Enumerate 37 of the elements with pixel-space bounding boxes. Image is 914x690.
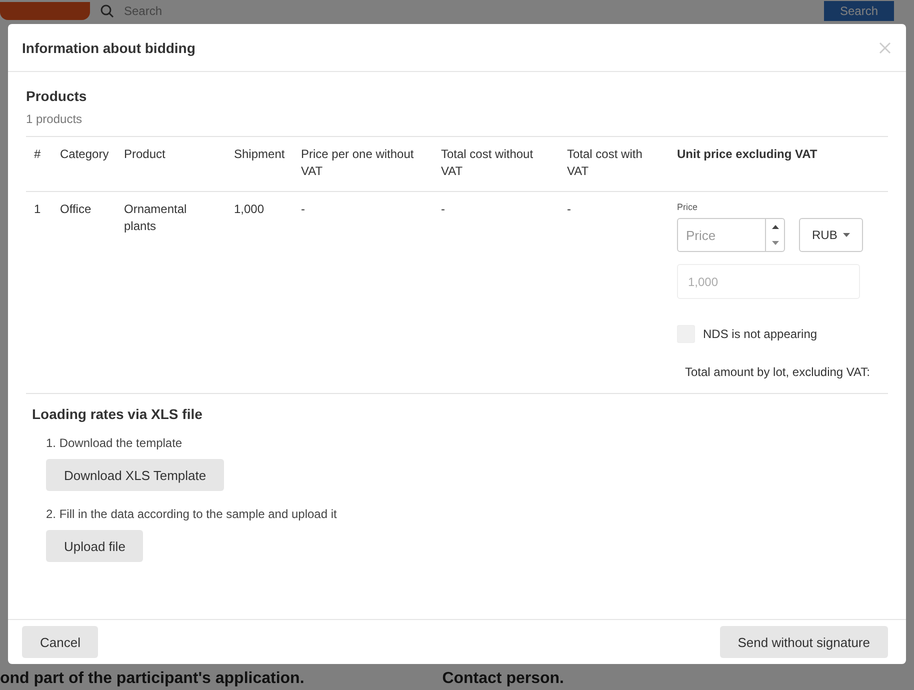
- section-heading: Loading rates via XLS file: [32, 406, 204, 422]
- column-header: Total cost without VAT: [433, 137, 559, 192]
- section-heading: ond part of the participant's application.: [0, 670, 304, 688]
- table-cell-text: -: [440, 201, 446, 218]
- total-label: Total amount by lot, excluding VAT:: [685, 365, 870, 379]
- column-header: Unit price excluding VAT: [669, 137, 888, 192]
- column-header: Total cost with VAT: [559, 137, 669, 192]
- action-button[interactable]: Download XLS Template: [46, 459, 224, 491]
- footer-button[interactable]: Cancel: [22, 626, 98, 658]
- price-field[interactable]: Price: [678, 219, 765, 251]
- table-cell-text: -: [300, 201, 306, 218]
- number-spinner[interactable]: Price: [677, 218, 785, 252]
- step-text: 1. Download the template: [46, 436, 184, 450]
- table-cell-text: 1,000: [233, 201, 266, 218]
- search-field[interactable]: Search: [124, 4, 814, 18]
- column-header: Price per one without VAT: [293, 137, 433, 192]
- step-text: 2. Fill in the data according to the sample and upload it: [46, 507, 338, 521]
- table-cell-text: 1: [33, 201, 42, 218]
- section-heading: Contact person.: [442, 670, 564, 688]
- table-cell-text: -: [566, 201, 572, 218]
- table-cell-text: Office: [59, 201, 92, 218]
- footer-button[interactable]: Send without signature: [720, 626, 888, 658]
- column-header: Product: [116, 137, 226, 192]
- section-heading: Products: [26, 88, 88, 104]
- field-label: Price: [677, 202, 699, 212]
- column-header: #: [26, 137, 52, 192]
- table-cell-text: Ornamental plants: [123, 201, 188, 235]
- product-count: 1 products: [26, 112, 84, 126]
- checkbox-label: NDS is not appearing: [703, 327, 818, 341]
- search-icon: [100, 4, 114, 18]
- column-header: Category: [52, 137, 116, 192]
- column-header: Shipment: [226, 137, 293, 192]
- caret-icon: [843, 233, 850, 237]
- dialog-title: Information about bidding: [22, 40, 196, 56]
- currency-dropdown[interactable]: RUB: [799, 218, 864, 252]
- amount-field[interactable]: 1,000: [677, 264, 860, 299]
- action-button[interactable]: Upload file: [46, 530, 144, 562]
